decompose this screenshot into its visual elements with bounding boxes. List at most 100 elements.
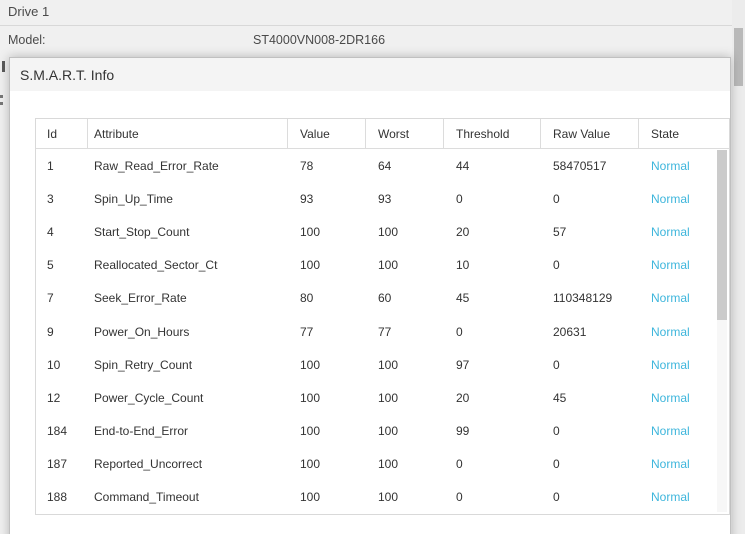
cell-worst: 64: [378, 158, 392, 173]
cell-worst: 100: [378, 357, 399, 372]
cell-worst: 60: [378, 291, 392, 306]
table-row[interactable]: 9 Power_On_Hours 77 77 0 20631 Normal: [36, 315, 729, 348]
table-scrollbar[interactable]: [717, 150, 727, 512]
cell-state: Normal: [651, 490, 690, 505]
cell-attribute: Seek_Error_Rate: [94, 291, 187, 306]
table-row[interactable]: 187 Reported_Uncorrect 100 100 0 0 Normal: [36, 448, 729, 481]
cell-state: Normal: [651, 357, 690, 372]
column-header-worst[interactable]: Worst: [366, 119, 444, 149]
cell-state: Normal: [651, 258, 690, 273]
cell-threshold: 20: [456, 224, 470, 239]
table-row[interactable]: 12 Power_Cycle_Count 100 100 20 45 Normal: [36, 381, 729, 414]
cell-threshold: 0: [456, 490, 463, 505]
cell-state: Normal: [651, 324, 690, 339]
cell-id: 1: [47, 158, 54, 173]
cell-threshold: 0: [456, 191, 463, 206]
smart-info-dialog: S.M.A.R.T. Info Id Attribute Value Worst Thr…: [9, 57, 731, 534]
cell-raw: 0: [553, 490, 560, 505]
cell-raw: 0: [553, 258, 560, 273]
cell-value: 100: [300, 457, 321, 472]
table-row[interactable]: 10 Spin_Retry_Count 100 100 97 0 Normal: [36, 348, 729, 381]
cell-value: 100: [300, 357, 321, 372]
cell-state: Normal: [651, 158, 690, 173]
cell-worst: 100: [378, 457, 399, 472]
background-text-fragment: [0, 95, 3, 98]
dialog-header[interactable]: S.M.A.R.T. Info: [10, 58, 730, 91]
cell-raw: 0: [553, 191, 560, 206]
cell-raw: 57: [553, 224, 567, 239]
table-row[interactable]: 7 Seek_Error_Rate 80 60 45 110348129 Normal: [36, 282, 729, 315]
cell-threshold: 20: [456, 390, 470, 405]
cell-raw: 110348129: [553, 291, 613, 306]
cell-id: 12: [47, 390, 61, 405]
table-row[interactable]: 1 Raw_Read_Error_Rate 78 64 44 58470517 Normal: [36, 149, 729, 182]
cell-raw: 0: [553, 357, 560, 372]
cell-id: 9: [47, 324, 54, 339]
cell-value: 80: [300, 291, 314, 306]
cell-state: Normal: [651, 390, 690, 405]
cell-value: 93: [300, 191, 314, 206]
cell-id: 7: [47, 291, 54, 306]
cell-attribute: Reported_Uncorrect: [94, 457, 203, 472]
column-header-attribute[interactable]: Attribute: [88, 119, 288, 149]
table-scrollbar-thumb[interactable]: [717, 150, 727, 320]
cell-threshold: 44: [456, 158, 470, 173]
cell-worst: 100: [378, 258, 399, 273]
table-header-row: Id Attribute Value Worst Threshold Raw Value S…: [36, 119, 729, 149]
cell-id: 4: [47, 224, 54, 239]
cell-state: Normal: [651, 191, 690, 206]
cell-attribute: Power_Cycle_Count: [94, 390, 204, 405]
cell-worst: 77: [378, 324, 392, 339]
cell-attribute: Command_Timeout: [94, 490, 199, 505]
drive-title: Drive 1: [8, 4, 50, 19]
section-divider: [0, 25, 745, 26]
screen: Drive 1 Model: ST4000VN008-2DR166 S.M.A.…: [0, 0, 745, 534]
cell-attribute: Spin_Up_Time: [94, 191, 173, 206]
background-text-fragment: [2, 61, 5, 72]
cell-threshold: 10: [456, 258, 470, 273]
cell-id: 184: [47, 424, 68, 439]
cell-id: 187: [47, 457, 68, 472]
table-body: 1 Raw_Read_Error_Rate 78 64 44 58470517 Normal…: [36, 149, 729, 514]
cell-worst: 100: [378, 424, 399, 439]
cell-threshold: 0: [456, 324, 463, 339]
cell-value: 100: [300, 490, 321, 505]
cell-value: 100: [300, 390, 321, 405]
cell-threshold: 99: [456, 424, 470, 439]
model-label: Model:: [8, 33, 46, 47]
table-row[interactable]: 188 Command_Timeout 100 100 0 0 Normal: [36, 481, 729, 514]
cell-state: Normal: [651, 424, 690, 439]
table-row[interactable]: 4 Start_Stop_Count 100 100 20 57 Normal: [36, 215, 729, 248]
cell-worst: 100: [378, 390, 399, 405]
cell-state: Normal: [651, 457, 690, 472]
page-scrollbar-thumb[interactable]: [734, 28, 743, 86]
cell-raw: 0: [553, 424, 560, 439]
cell-threshold: 0: [456, 457, 463, 472]
cell-value: 77: [300, 324, 314, 339]
cell-worst: 100: [378, 224, 399, 239]
cell-id: 5: [47, 258, 54, 273]
cell-value: 100: [300, 224, 321, 239]
column-header-state[interactable]: State: [639, 119, 729, 149]
cell-attribute: Start_Stop_Count: [94, 224, 190, 239]
page-scrollbar[interactable]: [732, 0, 745, 534]
cell-state: Normal: [651, 291, 690, 306]
table-row[interactable]: 3 Spin_Up_Time 93 93 0 0 Normal: [36, 182, 729, 215]
column-header-threshold[interactable]: Threshold: [444, 119, 541, 149]
cell-threshold: 45: [456, 291, 470, 306]
cell-attribute: End-to-End_Error: [94, 424, 189, 439]
table-row[interactable]: 184 End-to-End_Error 100 100 99 0 Normal: [36, 415, 729, 448]
column-header-id[interactable]: Id: [36, 119, 88, 149]
smart-attributes-table: Id Attribute Value Worst Threshold Raw Value S…: [35, 118, 730, 515]
cell-worst: 100: [378, 490, 399, 505]
cell-value: 100: [300, 424, 321, 439]
cell-raw: 0: [553, 457, 560, 472]
cell-attribute: Power_On_Hours: [94, 324, 190, 339]
cell-id: 188: [47, 490, 68, 505]
table-row[interactable]: 5 Reallocated_Sector_Ct 100 100 10 0 Normal: [36, 249, 729, 282]
cell-worst: 93: [378, 191, 392, 206]
column-header-raw[interactable]: Raw Value: [541, 119, 639, 149]
cell-raw: 20631: [553, 324, 587, 339]
cell-raw: 58470517: [553, 158, 607, 173]
column-header-value[interactable]: Value: [288, 119, 366, 149]
